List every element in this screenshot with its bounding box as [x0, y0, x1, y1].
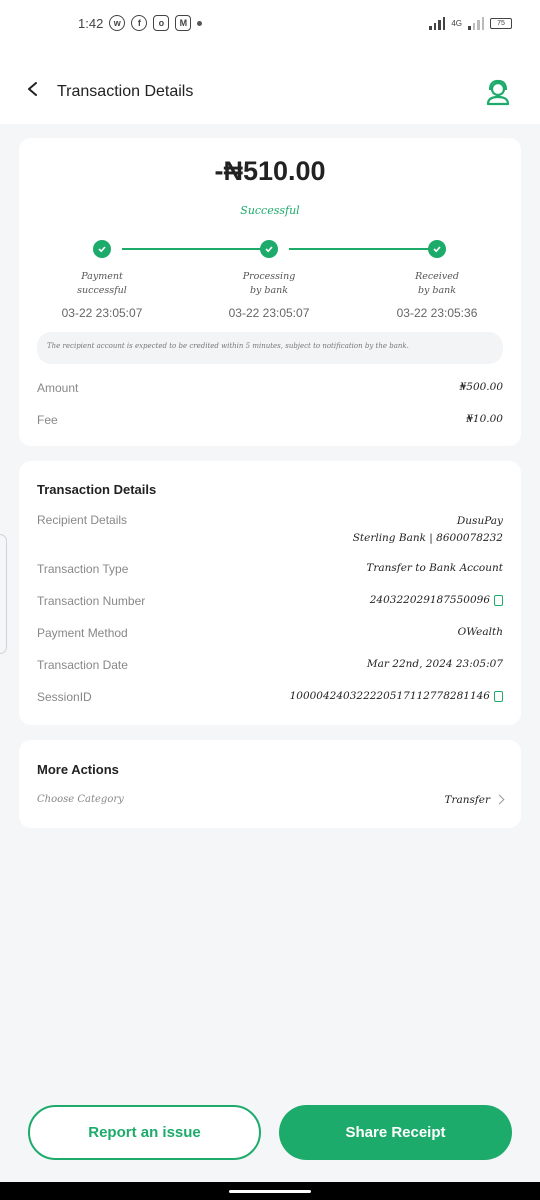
step-label: Payment successful	[47, 270, 157, 298]
transaction-number-row: Transaction Number 240322029187550096	[37, 594, 503, 608]
category-value: Transfer	[444, 794, 505, 806]
battery-icon: 75	[490, 17, 512, 29]
status-time: 1:42	[78, 15, 104, 31]
chevron-right-icon	[494, 794, 505, 805]
step-label-line: Payment	[81, 271, 123, 282]
credit-notice: The recipient account is expected to be …	[37, 332, 503, 364]
more-actions-card: More Actions Choose Category Transfer	[19, 740, 521, 828]
gmail-icon: M	[175, 15, 192, 31]
customer-support-icon[interactable]	[484, 78, 512, 106]
edge-handle[interactable]	[0, 534, 7, 654]
back-arrow-icon[interactable]	[26, 82, 40, 96]
transaction-amount: -₦510.00	[214, 156, 326, 186]
signal-2-icon	[468, 16, 484, 30]
transaction-type-row: Transaction Type Transfer to Bank Accoun…	[37, 562, 503, 576]
copy-icon[interactable]	[494, 690, 503, 702]
amount-label: Amount	[37, 381, 79, 395]
status-bar-left: 1:42 w f o M	[78, 15, 203, 31]
home-indicator[interactable]	[229, 1190, 311, 1193]
step-check-icon	[260, 240, 278, 258]
payment-method-row: Payment Method OWealth	[37, 626, 503, 640]
step-label-line: successful	[77, 285, 127, 296]
more-actions-title: More Actions	[37, 762, 119, 777]
status-bar: 1:42 w f o M 4G 75	[0, 0, 540, 46]
page-title: Transaction Details	[57, 83, 194, 100]
progress-line	[122, 248, 267, 250]
recipient-value: DusuPay Sterling Bank | 8600078232	[353, 513, 503, 547]
payment-method-value: OWealth	[457, 626, 503, 638]
transaction-details-card: Transaction Details Recipient Details Du…	[19, 461, 521, 725]
session-id-text: 100004240322220517112778281146	[289, 690, 490, 702]
instagram-icon: o	[153, 15, 170, 31]
amount-row: Amount ₦500.00	[37, 381, 503, 395]
facebook-icon: f	[131, 15, 148, 31]
step-time: 03-22 23:05:07	[228, 306, 310, 320]
app-header: Transaction Details	[0, 46, 540, 124]
step-time: 03-22 23:05:36	[396, 306, 478, 320]
battery-level: 75	[497, 19, 505, 27]
fee-row: Fee ₦10.00	[37, 413, 503, 427]
step-check-icon	[93, 240, 111, 258]
progress-line	[289, 248, 434, 250]
step-label-line: Received	[415, 271, 459, 282]
fee-label: Fee	[37, 413, 58, 427]
step-label-line: Processing	[242, 271, 296, 282]
details-section-title: Transaction Details	[37, 482, 157, 497]
signal-icon	[429, 16, 446, 30]
transaction-number-value: 240322029187550096	[370, 594, 503, 608]
transaction-status: Successful	[240, 204, 300, 217]
transaction-date-value: Mar 22nd, 2024 23:05:07	[366, 658, 503, 670]
choose-category-row[interactable]: Choose Category Transfer	[37, 794, 505, 806]
copy-icon[interactable]	[494, 594, 503, 606]
category-text: Transfer	[444, 794, 490, 806]
status-bar-right: 4G 75	[429, 16, 512, 30]
payment-method-label: Payment Method	[37, 626, 128, 640]
step-check-icon	[428, 240, 446, 258]
step-label-line: by bank	[249, 285, 289, 296]
system-nav-bar	[0, 1182, 540, 1200]
transaction-number-label: Transaction Number	[37, 594, 146, 608]
step-label: Processing by bank	[214, 270, 324, 298]
transaction-date-label: Transaction Date	[37, 658, 128, 672]
transaction-summary-card: -₦510.00 Successful Payment successful P…	[19, 138, 521, 446]
step-label: Received by bank	[382, 270, 492, 298]
network-type: 4G	[451, 18, 462, 28]
fee-value: ₦10.00	[466, 413, 503, 425]
notification-dot-icon	[197, 20, 203, 26]
share-receipt-button[interactable]: Share Receipt	[279, 1105, 512, 1160]
transaction-date-row: Transaction Date Mar 22nd, 2024 23:05:07	[37, 658, 503, 672]
transaction-type-value: Transfer to Bank Account	[366, 562, 503, 574]
session-id-label: SessionID	[37, 690, 92, 704]
report-issue-button[interactable]: Report an issue	[28, 1105, 261, 1160]
recipient-row: Recipient Details DusuPay Sterling Bank …	[37, 513, 503, 547]
step-label-line: by bank	[417, 285, 457, 296]
amount-value: ₦500.00	[459, 381, 503, 393]
session-id-value: 100004240322220517112778281146	[290, 690, 503, 704]
session-id-row: SessionID 100004240322220517112778281146	[37, 690, 503, 704]
step-time: 03-22 23:05:07	[61, 306, 143, 320]
whatsapp-icon: w	[109, 15, 126, 31]
recipient-label: Recipient Details	[37, 513, 128, 527]
recipient-name: DusuPay	[456, 515, 503, 527]
transaction-type-label: Transaction Type	[37, 562, 129, 576]
choose-category-label: Choose Category	[37, 794, 124, 805]
recipient-bank: Sterling Bank | 8600078232	[352, 532, 503, 544]
transaction-number-text: 240322029187550096	[369, 594, 490, 606]
